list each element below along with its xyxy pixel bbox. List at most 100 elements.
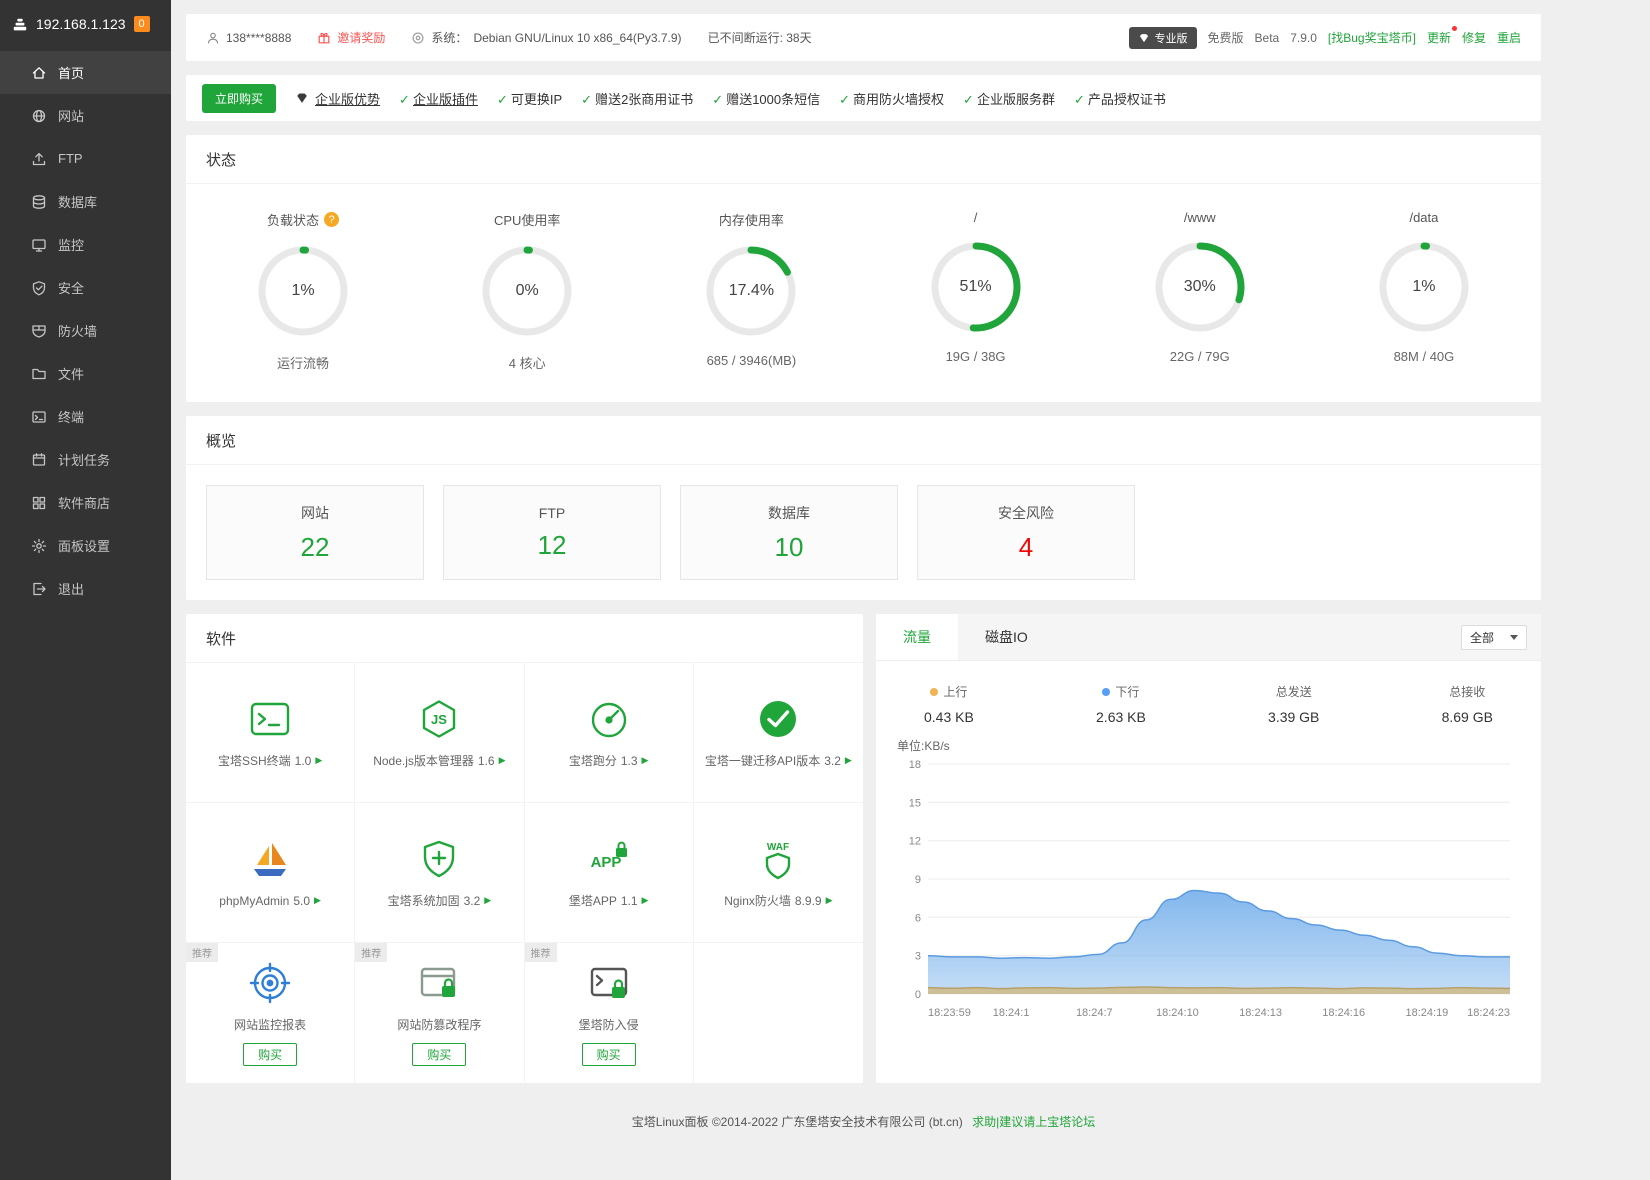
os-icon: [412, 32, 424, 43]
sidebar-item-home[interactable]: 首页: [0, 51, 171, 94]
footer-copyright: 宝塔Linux面板 ©2014-2022 广东堡塔安全技术有限公司 (bt.cn…: [631, 1115, 963, 1129]
software-item[interactable]: 推荐 网站防篡改程序 购买: [355, 943, 525, 1083]
ftp-icon: [31, 151, 47, 167]
gauge-label: 内存使用率: [718, 213, 784, 228]
tab-traffic[interactable]: 流量: [876, 614, 958, 660]
software-name: 网站监控报表: [234, 1018, 307, 1032]
overview-label: FTP: [538, 504, 566, 521]
buy-button[interactable]: 购买: [581, 1043, 636, 1066]
recommend-tag: 推荐: [355, 943, 388, 962]
sidebar-item-terminal[interactable]: 终端: [0, 395, 171, 438]
software-item[interactable]: 推荐 网站监控报表 购买: [186, 943, 356, 1083]
software-item[interactable]: 推荐 堡塔防入侵 购买: [524, 943, 694, 1083]
promo-feature[interactable]: ✓ 赠送1000条短信: [712, 89, 820, 108]
sidebar-item-label: 计划任务: [58, 453, 111, 468]
software-item[interactable]: APP 堡塔APP 1.1 ▶: [524, 803, 694, 943]
repair-link[interactable]: 修复: [1462, 29, 1486, 46]
sidebar: 192.168.1.123 0 首页 网站 FTP 数据库监控 安全 防火墙 文件 终端计划任…: [0, 0, 171, 1180]
system-label: 系统：: [431, 31, 468, 45]
promo-feature[interactable]: ✓ 赠送2张商用证书: [581, 89, 693, 108]
diamond-icon: [297, 93, 307, 103]
overview-ftp[interactable]: FTP 12: [443, 485, 661, 580]
pro-badge[interactable]: 专业版: [1128, 26, 1197, 49]
forum-help-link[interactable]: 求助|建议请上宝塔论坛: [972, 1115, 1095, 1129]
intrusion-lock-icon: [587, 960, 631, 1006]
overview-boxes: 网站 22 FTP 12 数据库 10 安全风险 4: [186, 465, 1541, 600]
play-icon: ▶: [315, 755, 323, 765]
sidebar-item-files[interactable]: 文件: [0, 352, 171, 395]
software-item[interactable]: WAF Nginx防火墙 8.9.9 ▶: [693, 803, 863, 943]
server-ip: 192.168.1.123: [36, 15, 126, 32]
sidebar-item-firewall[interactable]: 防火墙: [0, 309, 171, 352]
status-panel: 状态 负载状态? 1% 运行流畅 CPU使用率 0% 4 核心 内存使用率 17.4% 685 …: [186, 135, 1541, 402]
software-name: 宝塔跑分 1.3 ▶: [568, 753, 649, 769]
database-icon: [31, 194, 47, 210]
software-item[interactable]: 宝塔跑分 1.3 ▶: [524, 663, 694, 803]
software-item[interactable]: JS Node.js版本管理器 1.6 ▶: [355, 663, 525, 803]
promo-feature[interactable]: ✓ 可更换IP: [497, 89, 562, 108]
buy-button[interactable]: 购买: [412, 1043, 467, 1066]
message-count-badge[interactable]: 0: [133, 15, 150, 32]
bug-bounty-link[interactable]: [找Bug奖宝塔币]: [1328, 29, 1416, 46]
invite-reward-link[interactable]: 邀请奖励: [317, 29, 385, 46]
shield-plus-icon: [417, 836, 461, 882]
software-item[interactable]: phpMyAdmin 5.0 ▶: [186, 803, 356, 943]
gauge-sub: 运行流畅: [276, 356, 329, 371]
restart-link[interactable]: 重启: [1497, 29, 1521, 46]
panel-logo[interactable]: 192.168.1.123 0: [0, 0, 171, 47]
sidebar-item-label: 数据库: [58, 195, 98, 210]
promo-feature[interactable]: ✓ 产品授权证书: [1074, 89, 1166, 108]
software-item[interactable]: 宝塔一键迁移API版本 3.2 ▶: [693, 663, 863, 803]
help-icon[interactable]: ?: [324, 212, 339, 227]
promo-feature[interactable]: ✓ 商用防火墙授权: [839, 89, 944, 108]
software-item[interactable]: 宝塔SSH终端 1.0 ▶: [186, 663, 356, 803]
enterprise-advantage-link[interactable]: 企业版优势: [295, 89, 380, 108]
play-icon: ▶: [484, 895, 492, 905]
overview-label: 网站: [301, 504, 329, 521]
traffic-chart-area: 单位:KB/s 0 3 6 9 12 15 18 18:23:59 18:24:1 18:24:7…: [876, 729, 1541, 1039]
monitor-icon: [31, 237, 47, 253]
update-link[interactable]: 更新: [1427, 26, 1457, 46]
traffic-range-select[interactable]: 全部: [1460, 624, 1527, 650]
software-item[interactable]: 宝塔系统加固 3.2 ▶: [355, 803, 525, 943]
sidebar-item-logout[interactable]: 退出: [0, 567, 171, 610]
sidebar-item-monitor[interactable]: 监控: [0, 223, 171, 266]
traffic-stat-down: 下行 2.63 KB: [1096, 683, 1146, 725]
play-icon: ▶: [825, 895, 833, 905]
overview-sites[interactable]: 网站 22: [206, 485, 424, 580]
sidebar-item-cron[interactable]: 计划任务: [0, 438, 171, 481]
gauge-ring: 51%: [928, 239, 1024, 335]
promo-feature[interactable]: ✓ 企业版插件: [399, 89, 478, 108]
play-icon: ▶: [498, 755, 506, 765]
overview-label: 数据库: [768, 504, 810, 521]
gauge-value: 0%: [515, 282, 539, 299]
buy-button[interactable]: 购买: [243, 1043, 298, 1066]
overview-risk[interactable]: 安全风险 4: [917, 485, 1135, 580]
security-icon: [31, 280, 47, 296]
sidebar-item-database[interactable]: 数据库: [0, 180, 171, 223]
mobile-app-icon: APP: [587, 836, 631, 882]
svg-text:18:23:59: 18:23:59: [928, 1007, 971, 1019]
promo-feature[interactable]: ✓ 企业版服务群: [963, 89, 1055, 108]
svg-text:WAF: WAF: [767, 842, 789, 853]
svg-text:18: 18: [909, 759, 921, 771]
sidebar-item-appstore[interactable]: 软件商店: [0, 481, 171, 524]
account-item[interactable]: 138****8888: [206, 31, 291, 45]
overview-database[interactable]: 数据库 10: [680, 485, 898, 580]
sidebar-item-sites[interactable]: 网站: [0, 94, 171, 137]
edition-label: 免费版: [1207, 31, 1244, 45]
gauge-ring: 30%: [1152, 239, 1248, 335]
sidebar-item-security[interactable]: 安全: [0, 266, 171, 309]
pro-badge-label: 专业版: [1154, 32, 1188, 45]
gauge-value: 51%: [959, 278, 992, 295]
main-content: 138****8888 邀请奖励 系统： Debian GNU/Linux 10…: [171, 0, 1650, 1156]
gauge-sub: 22G / 79G: [1169, 349, 1230, 364]
sidebar-item-ftp[interactable]: FTP: [0, 137, 171, 180]
traffic-stat-up: 上行 0.43 KB: [924, 683, 974, 725]
sidebar-item-settings[interactable]: 面板设置: [0, 524, 171, 567]
tab-disk-io[interactable]: 磁盘IO: [958, 614, 1055, 660]
gift-icon: [319, 32, 330, 43]
stat-value: 2.63 KB: [1096, 709, 1146, 725]
svg-text:12: 12: [909, 836, 921, 848]
buy-now-button[interactable]: 立即购买: [202, 83, 277, 113]
